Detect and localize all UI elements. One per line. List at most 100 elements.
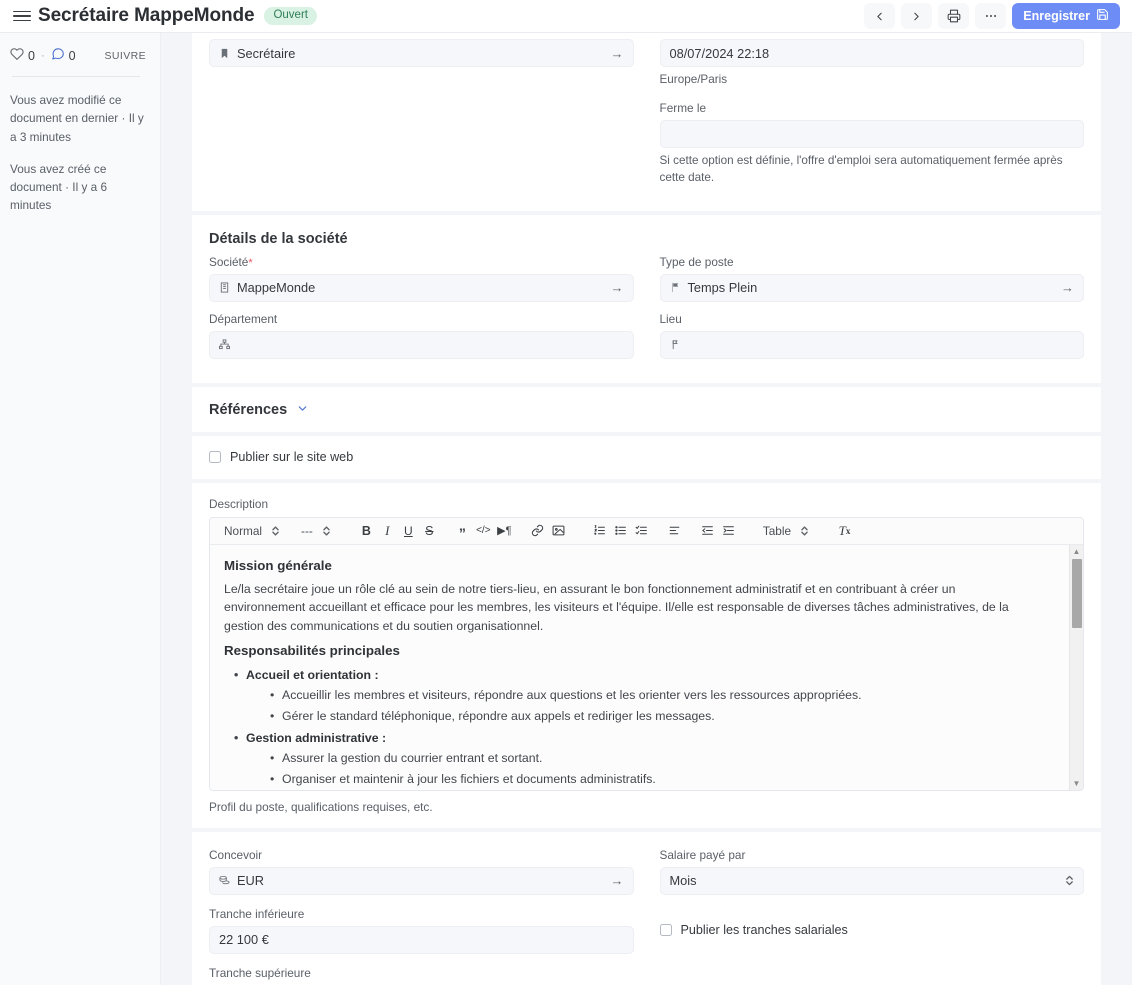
floppy-disk-icon xyxy=(1096,8,1109,24)
hamburger-icon[interactable] xyxy=(8,7,36,26)
font-family-value: --- xyxy=(301,524,313,538)
close-on-label: Ferme le xyxy=(660,101,1085,115)
list-item: Organiser et maintenir à jour les fichie… xyxy=(282,769,1065,790)
job-title-field[interactable]: Secrétaire → xyxy=(209,39,634,67)
open-currency-arrow-icon[interactable]: → xyxy=(611,874,624,887)
check-list-icon[interactable] xyxy=(631,520,652,542)
clear-format-icon[interactable]: Tx xyxy=(834,520,855,542)
department-field[interactable]: Département xyxy=(209,312,634,359)
department-label: Département xyxy=(209,312,634,326)
job-type-input[interactable]: Temps Plein → xyxy=(660,274,1085,302)
table-select[interactable]: Table xyxy=(759,520,814,542)
underline-label: U xyxy=(404,524,413,538)
prev-record-button[interactable] xyxy=(864,3,895,29)
paid-per-value: Mois xyxy=(670,873,697,888)
comment-icon[interactable] xyxy=(51,47,65,64)
company-label-text: Société xyxy=(209,255,248,269)
job-title-input[interactable]: Secrétaire → xyxy=(209,39,634,67)
scrollbar-thumb[interactable] xyxy=(1072,559,1082,628)
chevron-updown-icon xyxy=(800,525,809,537)
image-icon[interactable] xyxy=(548,520,569,542)
indent-icon[interactable] xyxy=(718,520,739,542)
currency-label: Concevoir xyxy=(209,848,634,862)
outdent-icon[interactable] xyxy=(697,520,718,542)
font-family-select[interactable]: --- xyxy=(297,520,336,542)
blockquote-icon[interactable]: ” xyxy=(452,520,473,542)
align-icon[interactable] xyxy=(664,520,685,542)
more-options-button[interactable] xyxy=(975,3,1006,29)
description-heading-1: Mission générale xyxy=(224,558,1065,573)
location-field[interactable]: Lieu xyxy=(660,312,1085,359)
references-card: Références xyxy=(192,387,1101,432)
department-input[interactable] xyxy=(209,331,634,359)
print-button[interactable] xyxy=(938,3,969,29)
chevron-down-icon[interactable] xyxy=(296,402,309,419)
ordered-list-icon[interactable] xyxy=(589,520,610,542)
responsibility-group-title: Accueil et orientation : xyxy=(246,668,379,682)
paid-per-field[interactable]: Salaire payé par Mois xyxy=(660,848,1085,895)
list-item: Assurer la gestion du courrier entrant e… xyxy=(282,748,1065,769)
currency-input[interactable]: EUR → xyxy=(209,867,634,895)
save-button[interactable]: Enregistrer xyxy=(1012,3,1120,29)
main-content: Secrétaire → 08/07/2024 22:18 Europe/Par… xyxy=(161,33,1132,985)
activity-modified: Vous avez modifié ce document en dernier… xyxy=(10,91,148,146)
company-field[interactable]: Société* MappeMonde → xyxy=(209,255,634,302)
location-input[interactable] xyxy=(660,331,1085,359)
scroll-up-arrow-icon[interactable]: ▲ xyxy=(1070,545,1083,558)
link-icon[interactable] xyxy=(527,520,548,542)
bold-button[interactable]: B xyxy=(356,520,377,542)
publish-website-row[interactable]: Publier sur le site web xyxy=(209,436,1084,479)
timezone-hint: Europe/Paris xyxy=(660,71,1085,89)
scroll-down-arrow-icon[interactable]: ▼ xyxy=(1070,777,1083,790)
job-header-card: Secrétaire → 08/07/2024 22:18 Europe/Par… xyxy=(192,33,1101,211)
publish-website-checkbox[interactable] xyxy=(209,451,221,463)
company-input[interactable]: MappeMonde → xyxy=(209,274,634,302)
published-on-input[interactable]: 08/07/2024 22:18 xyxy=(660,39,1085,67)
next-record-button[interactable] xyxy=(901,3,932,29)
job-type-field[interactable]: Type de poste Temps Plein → xyxy=(660,255,1085,302)
editor-scrollbar[interactable]: ▲ ▼ xyxy=(1069,545,1083,790)
bullet-list-icon[interactable] xyxy=(610,520,631,542)
published-on-field[interactable]: 08/07/2024 22:18 Europe/Paris xyxy=(660,39,1085,89)
underline-button[interactable]: U xyxy=(398,520,419,542)
open-company-arrow-icon[interactable]: → xyxy=(611,281,624,294)
publish-website-card: Publier sur le site web xyxy=(192,436,1101,479)
open-record-arrow-icon[interactable]: → xyxy=(611,47,624,60)
code-icon[interactable]: </> xyxy=(473,520,494,542)
responsibilities-list: Accueil et orientation : Accueillir les … xyxy=(224,665,1065,790)
responsibility-sublist: Accueillir les membres et visiteurs, rép… xyxy=(246,685,1065,727)
publish-website-label: Publier sur le site web xyxy=(230,450,353,464)
upper-range-field[interactable]: Tranche supérieure 22 500 € xyxy=(209,966,634,985)
lower-range-field[interactable]: Tranche inférieure 22 100 € xyxy=(209,907,634,954)
description-editor-body[interactable]: Mission générale Le/la secrétaire joue u… xyxy=(210,545,1083,790)
publish-ranges-checkbox[interactable] xyxy=(660,924,672,936)
currency-field[interactable]: Concevoir EUR → xyxy=(209,848,634,895)
close-on-field[interactable]: Ferme le Si cette option est définie, l'… xyxy=(660,101,1085,187)
chevron-updown-icon[interactable] xyxy=(1065,874,1074,887)
italic-button[interactable]: I xyxy=(377,520,398,542)
strikethrough-button[interactable]: S xyxy=(419,520,440,542)
table-label: Table xyxy=(763,524,791,538)
like-count: 0 xyxy=(28,49,35,63)
paid-per-select[interactable]: Mois xyxy=(660,867,1085,895)
description-heading-2: Responsabilités principales xyxy=(224,643,1065,658)
lower-range-input[interactable]: 22 100 € xyxy=(209,926,634,954)
paragraph-style-select[interactable]: Normal xyxy=(220,520,285,542)
close-on-input[interactable] xyxy=(660,120,1085,148)
sidebar-divider xyxy=(12,76,140,77)
job-type-value: Temps Plein xyxy=(688,280,758,295)
follow-button[interactable]: SUIVRE xyxy=(103,50,149,62)
social-row: 0 · 0 SUIVRE xyxy=(10,47,148,64)
publish-ranges-row[interactable]: Publier les tranches salariales xyxy=(660,905,1085,952)
location-label: Lieu xyxy=(660,312,1085,326)
rich-text-editor[interactable]: Normal --- B I U S ” xyxy=(209,517,1084,791)
published-on-value: 08/07/2024 22:18 xyxy=(670,46,770,61)
editor-toolbar: Normal --- B I U S ” xyxy=(210,518,1083,545)
open-job-type-arrow-icon[interactable]: → xyxy=(1061,281,1074,294)
left-sidebar: 0 · 0 SUIVRE Vous avez modifié ce docume… xyxy=(0,33,161,985)
org-chart-icon xyxy=(219,339,230,350)
references-section-header[interactable]: Références xyxy=(209,387,1084,432)
currency-value: EUR xyxy=(237,873,264,888)
text-direction-icon[interactable]: ▶¶ xyxy=(494,520,515,542)
heart-icon[interactable] xyxy=(10,47,24,64)
